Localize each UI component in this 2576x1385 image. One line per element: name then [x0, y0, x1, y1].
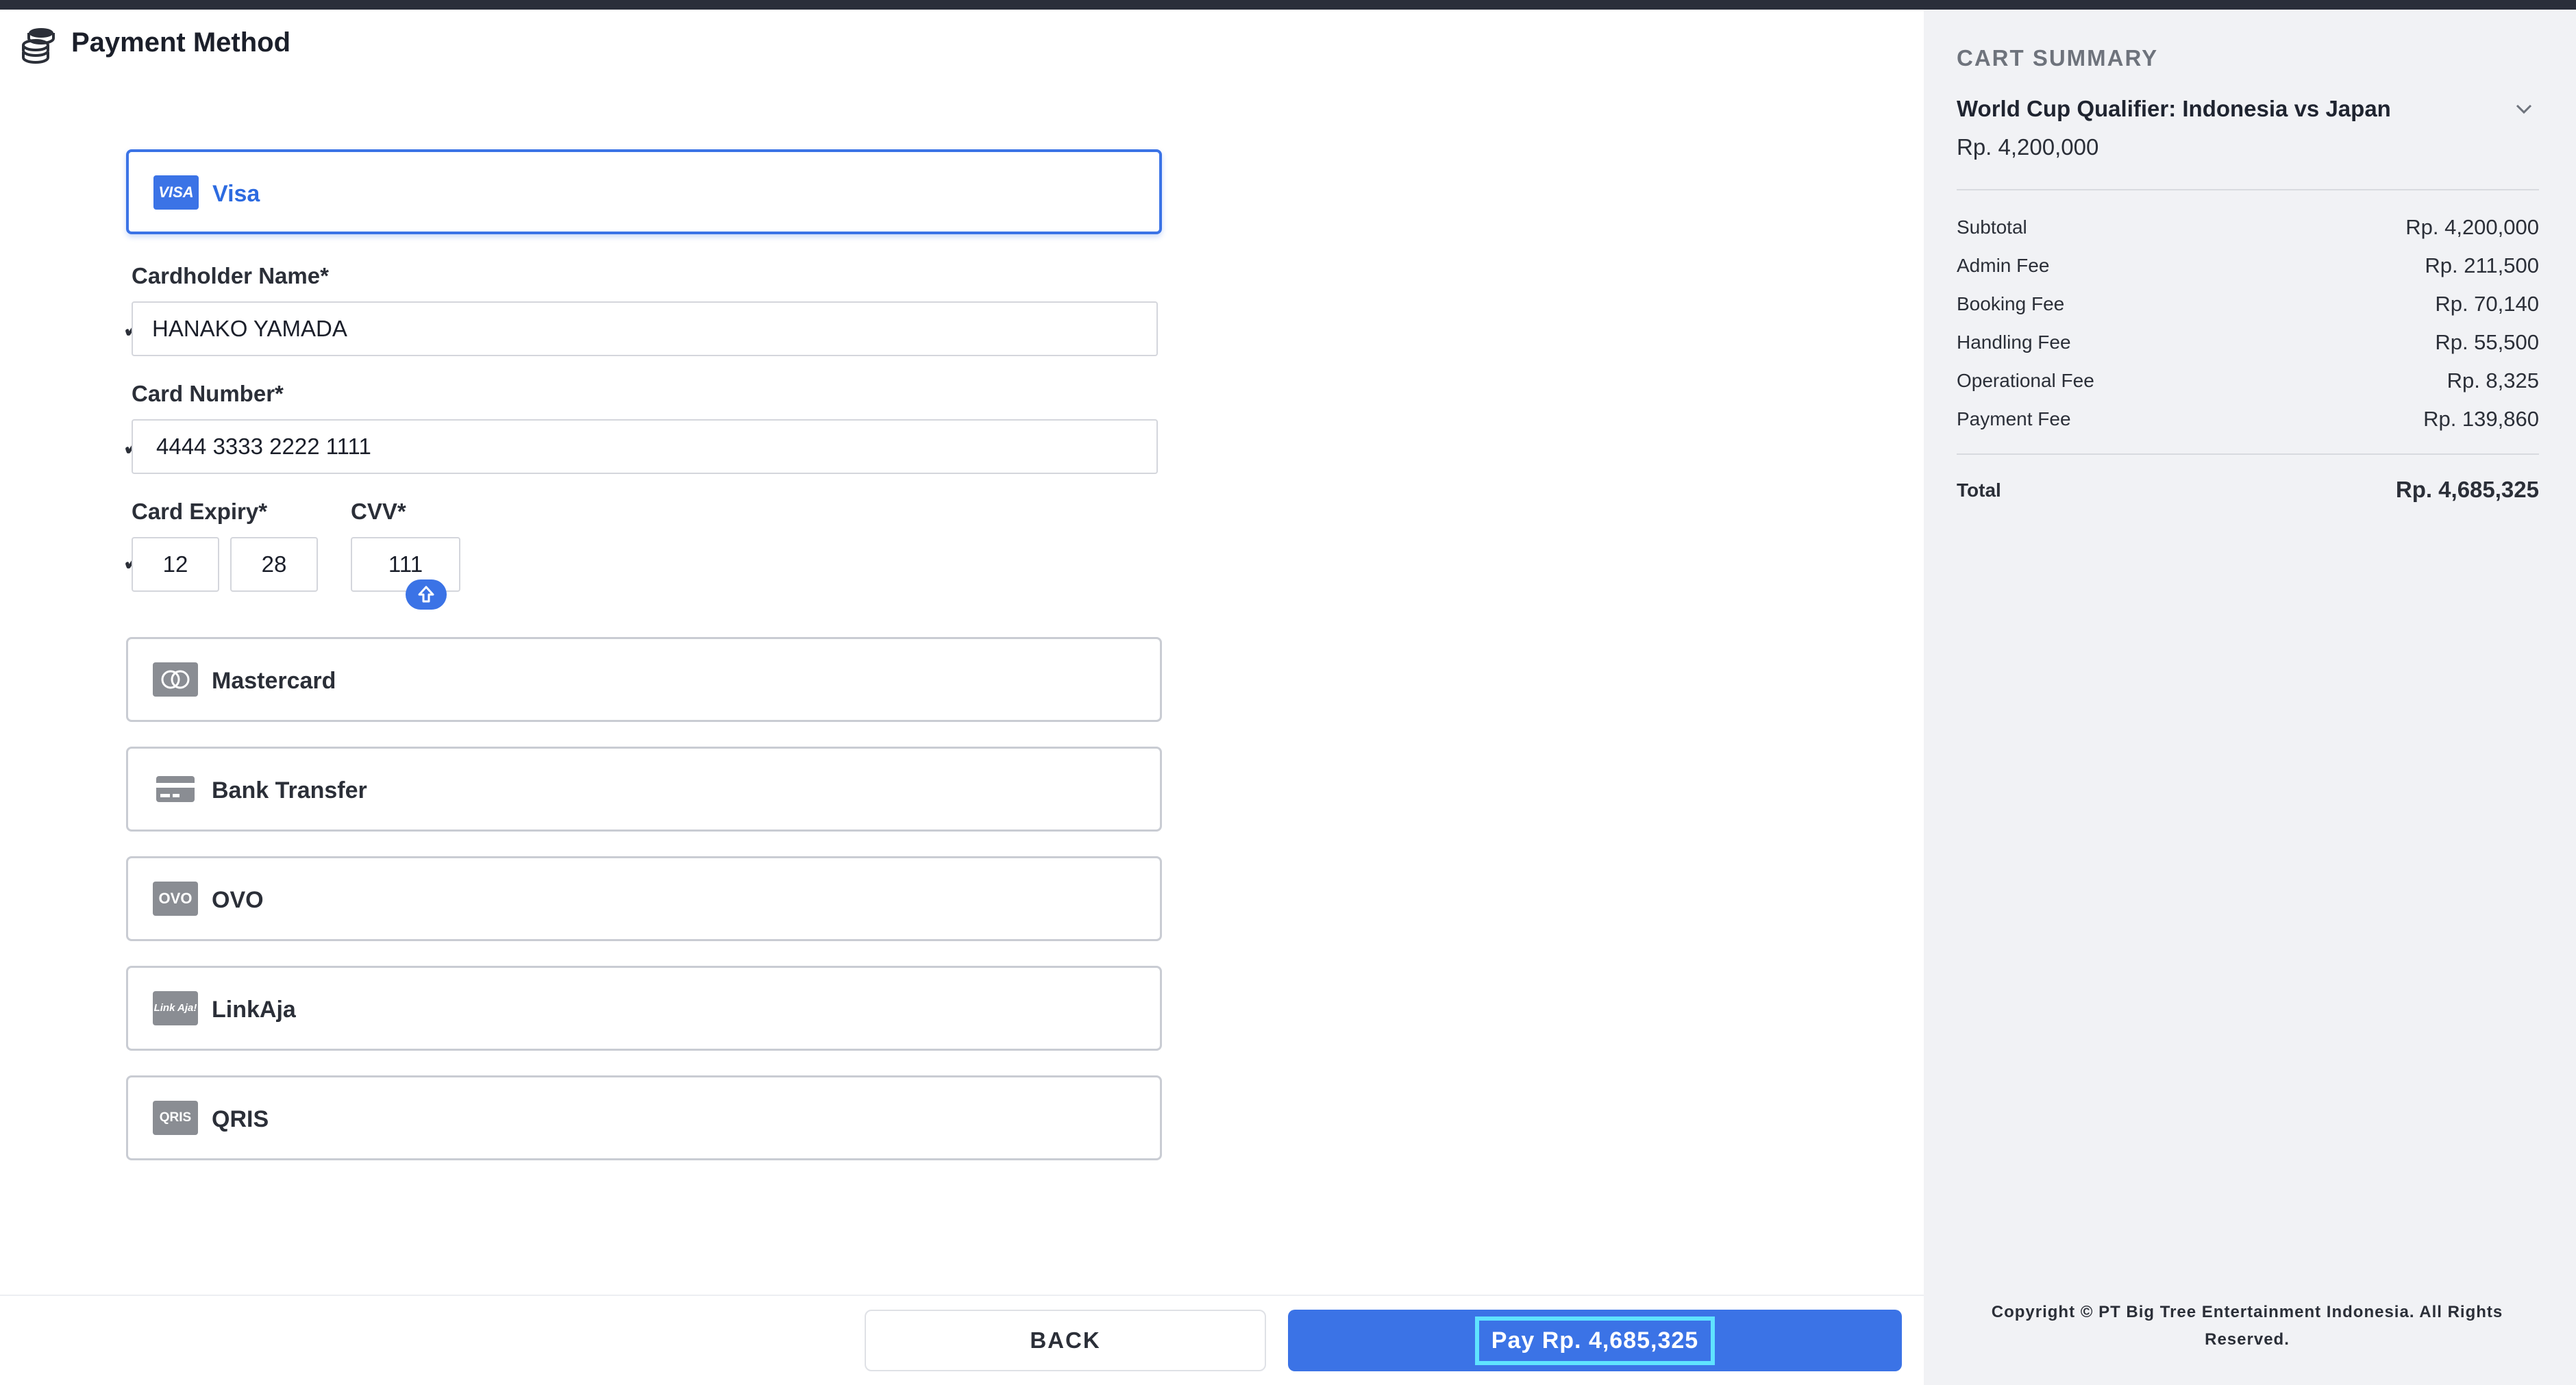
pay-button[interactable]: Pay Rp. 4,685,325 — [1288, 1310, 1902, 1371]
visa-icon: VISA — [153, 175, 199, 210]
top-bar — [0, 0, 2576, 10]
event-name: World Cup Qualifier: Indonesia vs Japan — [1957, 96, 2391, 121]
payment-option-label: Visa — [212, 181, 260, 207]
total-row: Total Rp. 4,685,325 — [1957, 477, 2539, 507]
ovo-icon: OVO — [153, 882, 198, 916]
divider — [1957, 189, 2539, 190]
pay-button-label: Pay Rp. 4,685,325 — [1474, 1316, 1716, 1365]
cvv-label: CVV* — [351, 499, 406, 524]
card-number-label: Card Number* — [132, 381, 284, 406]
expiry-year-field[interactable]: 28 — [230, 537, 318, 592]
payment-option-ovo[interactable]: OVO OVO — [126, 856, 1162, 941]
fee-label: Payment Fee — [1957, 408, 2071, 429]
copyright-text: Copyright © PT Big Tree Entertainment In… — [1991, 1303, 2503, 1349]
back-button[interactable]: BACK — [865, 1310, 1266, 1371]
fee-row-payment: Payment Fee Rp. 139,860 — [1957, 407, 2539, 436]
card-number-field[interactable]: 4444 3333 2222 1111 — [132, 419, 1158, 474]
total-value: Rp. 4,685,325 — [2395, 477, 2539, 502]
keyboard-shift-icon[interactable] — [406, 579, 447, 610]
fee-row-handling: Handling Fee Rp. 55,500 — [1957, 330, 2539, 359]
qris-icon: QRIS — [153, 1101, 198, 1135]
payment-option-label: Bank Transfer — [212, 777, 367, 803]
payment-option-qris[interactable]: QRIS QRIS — [126, 1075, 1162, 1160]
page-title: Payment Method — [71, 27, 291, 58]
payment-option-label: Mastercard — [212, 668, 336, 694]
fee-label: Admin Fee — [1957, 255, 2050, 276]
fee-value: Rp. 211,500 — [2425, 253, 2539, 277]
total-label: Total — [1957, 479, 2001, 501]
fee-value: Rp. 8,325 — [2447, 369, 2539, 392]
fee-row-subtotal: Subtotal Rp. 4,200,000 — [1957, 215, 2539, 244]
fee-value: Rp. 4,200,000 — [2405, 215, 2539, 239]
footer-divider — [0, 1295, 1924, 1296]
payment-option-label: LinkAja — [212, 997, 296, 1023]
fee-value: Rp. 70,140 — [2435, 292, 2539, 316]
card-expiry-label: Card Expiry* — [132, 499, 268, 524]
payment-option-label: QRIS — [212, 1106, 269, 1132]
divider — [1957, 453, 2539, 455]
fee-row-admin: Admin Fee Rp. 211,500 — [1957, 253, 2539, 282]
linkaja-icon: Link Aja! — [153, 991, 198, 1025]
fee-label: Handling Fee — [1957, 332, 2071, 353]
payment-option-linkaja[interactable]: Link Aja! LinkAja — [126, 966, 1162, 1051]
expiry-month-field[interactable]: 12 — [132, 537, 219, 592]
fee-label: Operational Fee — [1957, 370, 2094, 391]
payment-option-mastercard[interactable]: Mastercard — [126, 637, 1162, 722]
coins-icon — [22, 28, 55, 64]
cvv-field[interactable]: 111 — [351, 537, 460, 592]
payment-option-bank-transfer[interactable]: Bank Transfer — [126, 747, 1162, 832]
fee-label: Booking Fee — [1957, 293, 2065, 314]
payment-option-label: OVO — [212, 887, 264, 913]
fee-label: Subtotal — [1957, 216, 2027, 238]
payment-option-visa[interactable]: VISA Visa — [126, 149, 1162, 234]
fee-row-operational: Operational Fee Rp. 8,325 — [1957, 369, 2539, 397]
mastercard-icon — [153, 662, 198, 697]
chevron-down-icon[interactable] — [2513, 100, 2535, 118]
fee-value: Rp. 55,500 — [2435, 330, 2539, 354]
fee-row-booking: Booking Fee Rp. 70,140 — [1957, 292, 2539, 321]
fee-value: Rp. 139,860 — [2423, 407, 2539, 431]
cart-summary-title: CART SUMMARY — [1957, 45, 2159, 71]
cardholder-name-field[interactable]: HANAKO YAMADA — [132, 301, 1158, 356]
event-price: Rp. 4,200,000 — [1957, 134, 2099, 160]
cardholder-label: Cardholder Name* — [132, 263, 329, 288]
credit-card-icon — [153, 772, 198, 806]
